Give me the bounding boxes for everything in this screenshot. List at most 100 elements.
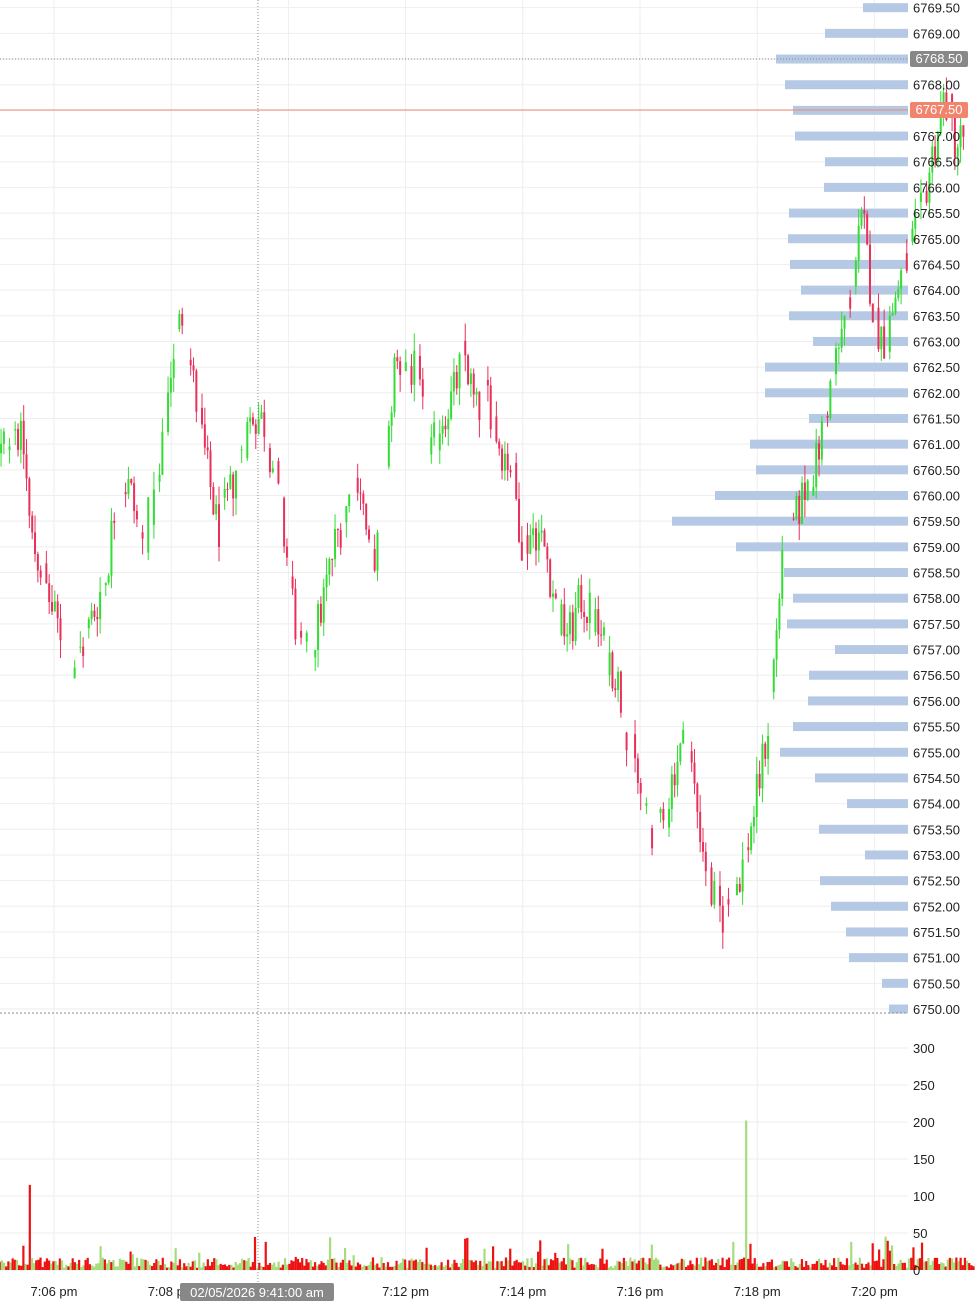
volume-profile-bar <box>849 953 908 963</box>
candle-body <box>452 372 455 392</box>
volume-bar <box>7 1261 10 1270</box>
volume-bar <box>71 1258 74 1270</box>
price-tick-label: 6768.00 <box>913 78 960 93</box>
volume-bar <box>528 1266 531 1270</box>
volume-bar <box>552 1260 555 1270</box>
candle-body <box>319 603 322 623</box>
volume-bar <box>427 1263 430 1270</box>
candle-body <box>826 416 829 418</box>
volume-bar <box>39 1257 42 1270</box>
candle-body <box>2 431 5 444</box>
volume-bar <box>359 1264 362 1270</box>
candle-body <box>365 503 368 530</box>
candle-body <box>900 270 903 290</box>
volume-bar <box>268 1262 272 1270</box>
volume-bar <box>723 1267 726 1270</box>
candle-body <box>597 609 600 635</box>
trading-chart[interactable]: 6769.50 6769.00 6768.50 6768.00 6767.50 6767.… <box>0 0 978 1309</box>
volume-bar <box>567 1244 570 1270</box>
candle-body <box>433 422 436 438</box>
volume-bar <box>764 1266 767 1270</box>
volume-bar <box>522 1261 525 1270</box>
volume-tick-label: 150 <box>913 1152 935 1167</box>
volume-bar <box>157 1260 160 1270</box>
candle-body <box>829 380 832 418</box>
candle-body <box>314 650 317 658</box>
candle-body <box>300 630 303 638</box>
candle-body <box>772 659 775 693</box>
volume-bar <box>783 1261 786 1270</box>
candle-body <box>455 372 458 389</box>
candle-body <box>506 453 509 471</box>
volume-bar <box>451 1263 454 1270</box>
volume-bar <box>249 1266 252 1270</box>
volume-bar <box>275 1266 278 1270</box>
last-price-label: 6767.50 <box>910 102 968 118</box>
volume-bar <box>348 1260 351 1270</box>
volume-bar <box>888 1250 891 1270</box>
volume-bar <box>689 1260 692 1270</box>
volume-bar <box>751 1263 754 1270</box>
volume-bar <box>787 1266 791 1270</box>
candle-body <box>518 498 521 542</box>
candle-body <box>322 587 325 623</box>
candle-body <box>837 347 840 349</box>
volume-bar <box>491 1246 495 1270</box>
candle-body <box>571 612 574 641</box>
candle-body <box>232 474 235 499</box>
candle-body <box>704 851 707 872</box>
volume-bar <box>271 1264 274 1270</box>
volume-bar <box>404 1259 407 1270</box>
chart-canvas[interactable]: 6769.50 6769.00 6768.50 6768.00 6767.50 6767.… <box>0 0 978 1309</box>
candle-body <box>866 213 869 245</box>
candle-body <box>871 303 874 323</box>
volume-bar <box>558 1262 561 1270</box>
candle-body <box>662 808 665 821</box>
volume-bar <box>185 1266 188 1270</box>
volume-bar <box>562 1257 565 1270</box>
volume-bar <box>15 1260 19 1270</box>
volume-bar <box>211 1262 214 1270</box>
candle-body <box>450 391 453 419</box>
volume-bar <box>455 1262 458 1270</box>
volume-bar <box>652 1259 656 1270</box>
candle-body <box>8 446 11 451</box>
volume-bar <box>350 1265 353 1270</box>
price-tick-label: 6755.50 <box>913 720 960 735</box>
volume-bar <box>845 1258 849 1270</box>
volume-bar <box>86 1257 89 1270</box>
volume-bar <box>543 1259 546 1270</box>
volume-bar <box>920 1242 924 1270</box>
candle-body <box>577 585 580 609</box>
price-tick-label: 6763.00 <box>913 334 960 349</box>
candle-body <box>868 244 871 304</box>
candle-body <box>195 370 198 412</box>
candle-body <box>14 429 17 431</box>
volume-bar <box>45 1258 49 1270</box>
volume-bar <box>933 1257 937 1270</box>
candle-body <box>608 652 611 676</box>
candle-body <box>679 743 682 762</box>
volume-bar <box>380 1257 383 1270</box>
candle-body <box>229 474 232 489</box>
volume-bar <box>775 1266 778 1270</box>
candle-body <box>201 407 204 425</box>
volume-profile-bar <box>801 285 908 295</box>
candle-body <box>152 489 155 525</box>
volume-bar <box>590 1263 593 1270</box>
volume-bar <box>798 1263 801 1270</box>
volume-bar <box>361 1266 364 1270</box>
volume-bar <box>213 1258 216 1270</box>
volume-bar <box>449 1267 452 1270</box>
candle-body <box>317 603 320 651</box>
volume-bar <box>549 1259 553 1270</box>
volume-profile-bar <box>809 413 908 423</box>
volume-bar <box>311 1266 315 1270</box>
volume-bar <box>442 1266 445 1270</box>
volume-profile-bar <box>824 182 908 192</box>
volume-bar <box>153 1262 156 1270</box>
candle-body <box>747 847 750 851</box>
volume-bar <box>264 1241 267 1270</box>
volume-bar <box>397 1264 400 1270</box>
volume-bar <box>624 1261 628 1270</box>
